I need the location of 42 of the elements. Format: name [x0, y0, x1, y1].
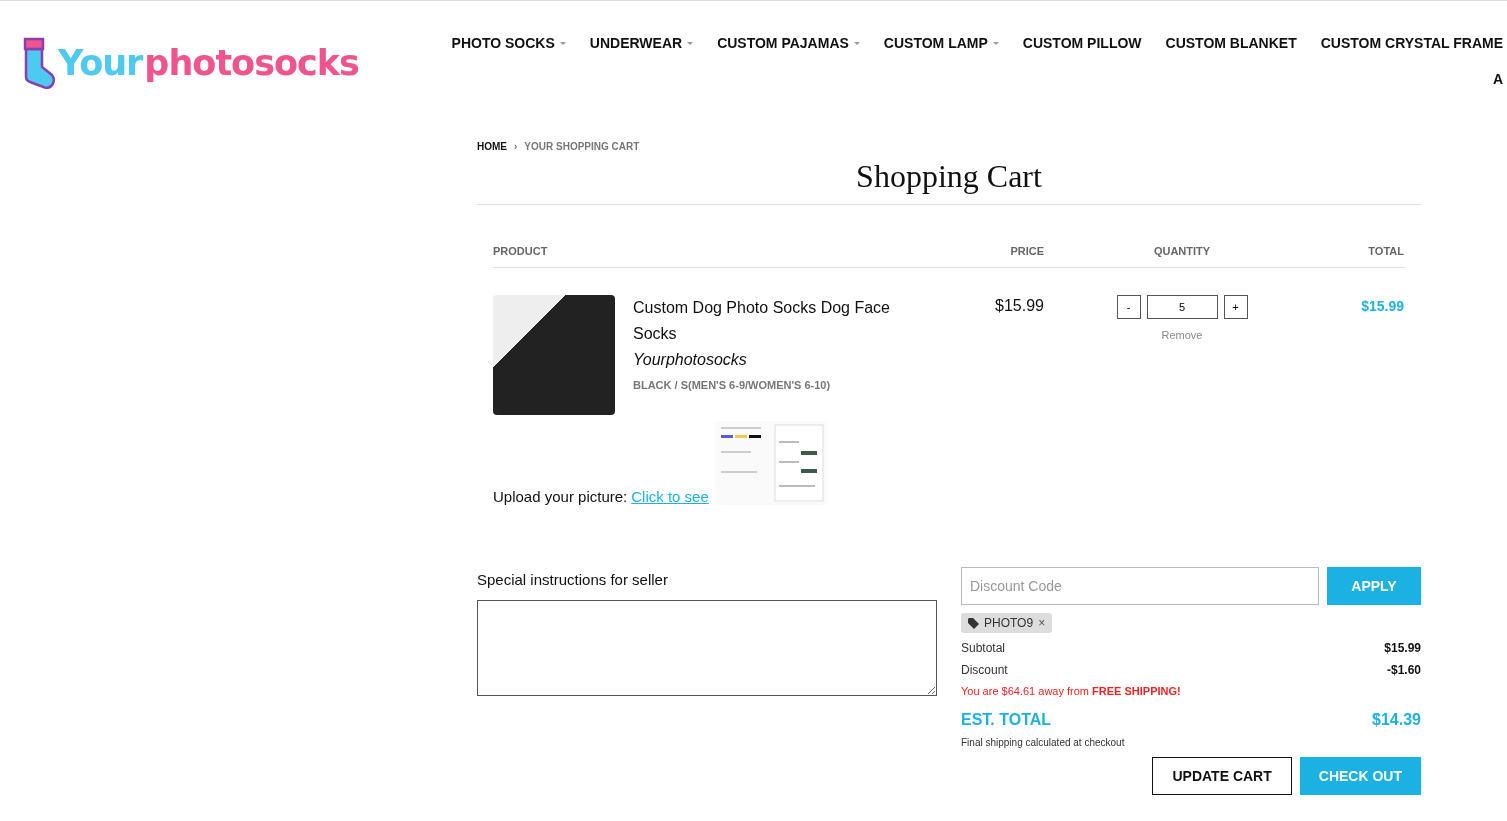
- discount-code: PHOTO9: [984, 616, 1034, 630]
- nav-link[interactable]: CUSTOM CRYSTAL FRAME: [1320, 35, 1503, 51]
- total-label: EST. TOTAL: [961, 711, 1052, 729]
- quantity-field[interactable]: 5: [1146, 295, 1218, 319]
- decrease-button[interactable]: -: [1116, 295, 1141, 319]
- sock-icon: [22, 37, 56, 89]
- line-total: $15.99: [1360, 298, 1404, 316]
- page-title: Shopping Cart: [477, 158, 1421, 205]
- remove-link[interactable]: Remove: [1161, 329, 1203, 341]
- discount-code-field[interactable]: Discount Code: [961, 567, 1319, 605]
- nav-link[interactable]: CUSTOM PILLOW: [1022, 35, 1142, 51]
- product-vendor: Yourphotosocks: [633, 350, 748, 370]
- nav-link[interactable]: A: [1492, 71, 1503, 87]
- nav-link[interactable]: CUSTOM PAJAMAS: [717, 35, 860, 51]
- column-header: QUANTITY: [1152, 245, 1212, 257]
- summary-label: Subtotal: [961, 641, 1006, 655]
- free-shipping-notice: You are $64.61 away from FREE SHIPPING!: [961, 685, 1182, 697]
- breadcrumb-link[interactable]: YOUR SHOPPING CART: [524, 141, 640, 152]
- total-value: $14.39: [1372, 711, 1421, 729]
- nav-link[interactable]: PHOTO SOCKS: [451, 35, 566, 51]
- summary-value: -$1.60: [1386, 663, 1421, 677]
- remove-code-button[interactable]: ×: [1038, 616, 1046, 630]
- breadcrumb-separator: ›: [514, 141, 518, 152]
- summary-label: Discount: [961, 663, 1008, 677]
- instructions-field[interactable]: [477, 600, 937, 696]
- product-name[interactable]: Custom Dog Photo Socks Dog Face Socks: [633, 295, 903, 347]
- instructions-label: Special instructions for seller: [477, 571, 669, 588]
- summary-value: $15.99: [1384, 641, 1421, 655]
- nav-link[interactable]: CUSTOM BLANKET: [1165, 35, 1297, 51]
- shipping-note: Final shipping calculated at checkout: [961, 737, 1126, 748]
- nav-link[interactable]: UNDERWEAR: [589, 35, 694, 51]
- column-header: PRICE: [1009, 245, 1044, 257]
- increase-button[interactable]: +: [1223, 295, 1248, 319]
- product-price: $15.99: [994, 297, 1044, 316]
- upload-label: Upload your picture:: [493, 488, 628, 505]
- tag-icon: [968, 617, 979, 629]
- column-header: TOTAL: [1367, 245, 1404, 257]
- breadcrumb-link[interactable]: HOME: [477, 141, 507, 152]
- column-header: PRODUCT: [493, 245, 549, 257]
- update-cart-button[interactable]: UPDATE CART: [1152, 757, 1292, 795]
- product-variant: BLACK / S(MEN'S 6-9/WOMEN'S 6-10): [633, 379, 832, 391]
- nav-link[interactable]: CUSTOM LAMP: [883, 35, 999, 51]
